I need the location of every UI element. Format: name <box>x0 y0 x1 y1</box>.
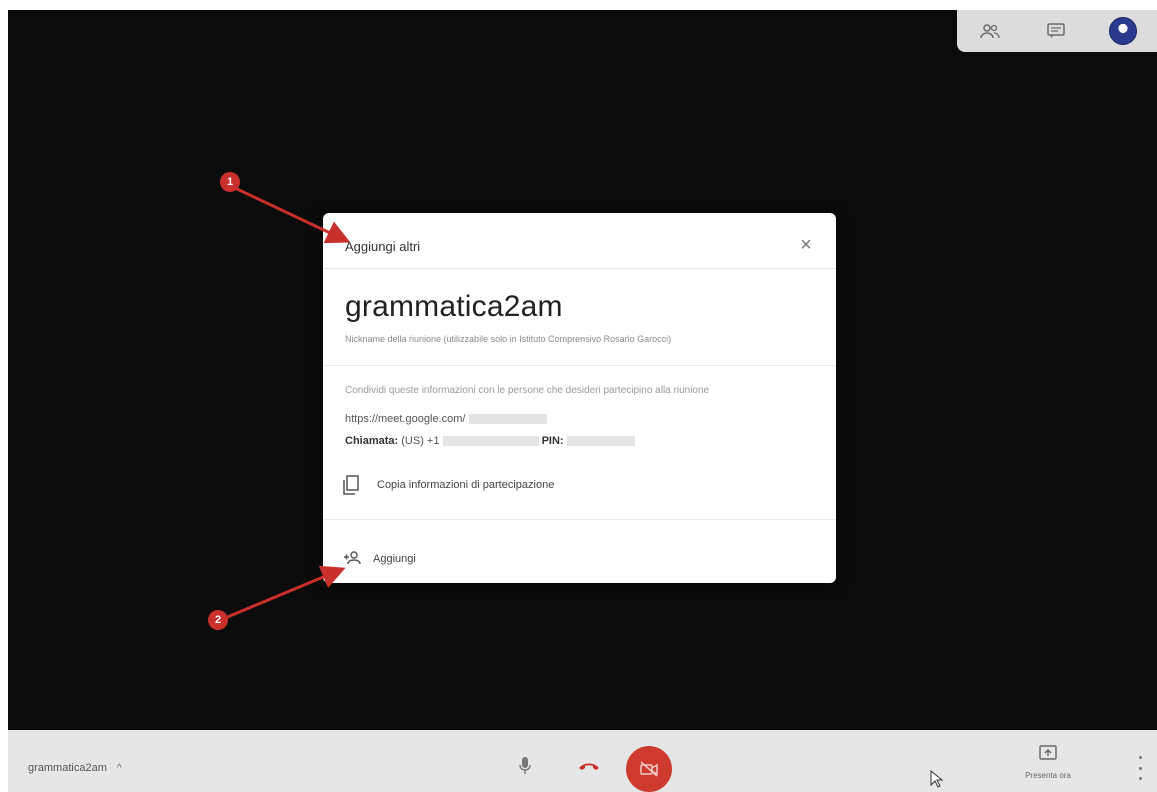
pin-label: PIN: <box>541 435 564 447</box>
chevron-up-icon: ^ <box>116 762 122 774</box>
call-info: Chiamata: (US) +1 PIN: <box>345 435 635 447</box>
divider <box>323 519 836 520</box>
mouse-cursor-icon <box>930 770 944 788</box>
hangup-icon[interactable] <box>574 754 604 778</box>
call-label: Chiamata: <box>345 435 399 447</box>
redacted-code <box>468 414 547 425</box>
add-people-label: Aggiungi <box>373 553 416 565</box>
copy-icon <box>343 475 361 495</box>
annotation-marker-1: 1 <box>220 172 240 192</box>
annotation-marker-2: 2 <box>208 610 228 630</box>
meeting-link[interactable]: https://meet.google.com/ <box>345 413 547 425</box>
mic-icon[interactable] <box>513 752 537 780</box>
meeting-name: grammatica2am <box>345 290 563 323</box>
top-info-bar <box>957 10 1157 52</box>
call-controls-bar: grammatica2am ^ Presenta ora <box>8 730 1157 792</box>
avatar[interactable] <box>1109 17 1137 45</box>
divider <box>323 365 836 366</box>
meeting-subtitle: Nickname della riunione (utilizzabile so… <box>345 334 672 344</box>
add-people-button[interactable]: Aggiungi <box>343 546 416 572</box>
present-now-button[interactable]: Presenta ora <box>1008 744 1088 788</box>
more-icon[interactable] <box>1135 756 1145 780</box>
close-icon[interactable]: × <box>792 231 820 259</box>
share-instructions: Condividi queste informazioni con le per… <box>345 385 710 396</box>
meeting-details-button[interactable]: grammatica2am ^ <box>28 762 122 774</box>
present-now-label: Presenta ora <box>1025 771 1071 780</box>
present-icon <box>1039 745 1057 760</box>
redacted-pin <box>566 436 635 447</box>
camera-off-icon[interactable] <box>626 746 672 792</box>
add-others-dialog: Aggiungi altri × grammatica2am Nickname … <box>323 213 836 583</box>
copy-join-info-button[interactable]: Copia informazioni di partecipazione <box>343 471 554 499</box>
copy-join-info-label: Copia informazioni di partecipazione <box>377 479 555 491</box>
call-value: (US) +1 <box>401 435 440 447</box>
dialog-header: Aggiungi altri × <box>323 213 836 269</box>
add-person-icon <box>343 551 361 567</box>
chat-icon[interactable] <box>1043 18 1069 44</box>
meeting-link-text: https://meet.google.com/ <box>345 413 466 425</box>
people-icon[interactable] <box>977 18 1003 44</box>
dialog-title: Aggiungi altri <box>345 239 421 254</box>
redacted-number <box>442 436 539 447</box>
meeting-details-label: grammatica2am <box>28 762 107 774</box>
